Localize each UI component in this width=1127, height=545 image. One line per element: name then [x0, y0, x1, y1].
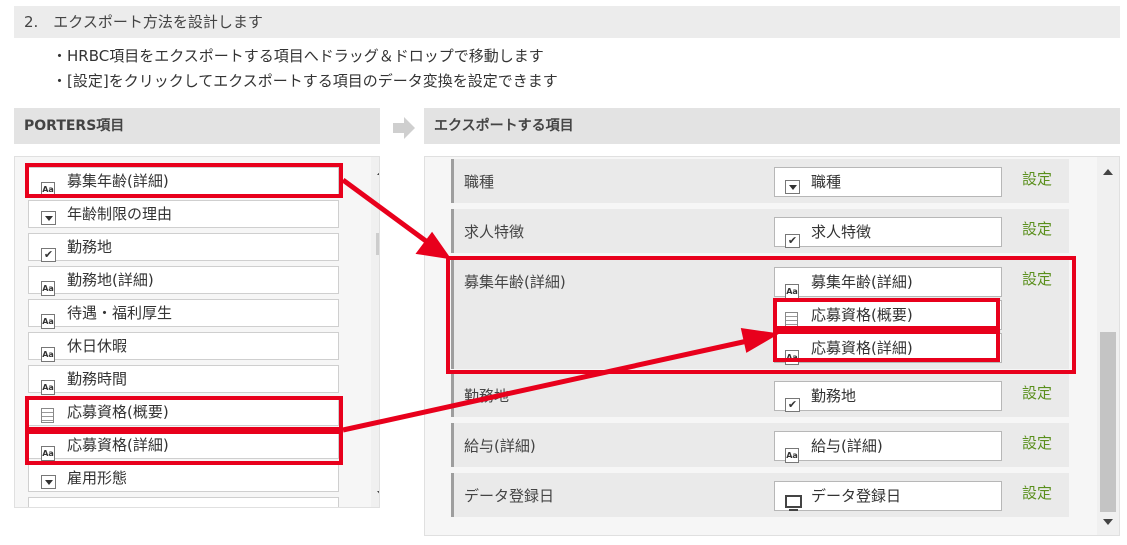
porters-item-employment-type[interactable]: 雇用形態 — [28, 464, 339, 492]
highlight-box-source-qual-detail — [25, 430, 343, 465]
field-label: 給与(詳細) — [811, 437, 883, 455]
dropdown-icon — [785, 175, 800, 203]
settings-link[interactable]: 設定 — [1022, 382, 1052, 403]
text-field-icon: Aa — [41, 306, 55, 332]
highlight-box-source-age — [25, 163, 343, 198]
text-field-icon: Aa — [41, 339, 55, 365]
settings-link[interactable]: 設定 — [1022, 482, 1052, 503]
highlight-box-target-qual-detail — [773, 330, 1000, 362]
scroll-up-arrow-icon[interactable] — [1103, 169, 1113, 175]
porters-item-work-location-detail[interactable]: Aa 勤務地(詳細) — [28, 266, 339, 296]
porters-item-benefits[interactable]: Aa 待遇・福利厚生 — [28, 299, 339, 329]
row-label: データ登録日 — [464, 487, 555, 505]
text-field-icon: Aa — [785, 439, 799, 467]
export-list-scrollbar[interactable] — [1097, 157, 1119, 535]
item-label: 待遇・福利厚生 — [67, 304, 173, 322]
export-row-registration-date[interactable]: データ登録日 データ登録日 設定 — [451, 473, 1069, 517]
porters-list-scrollbar[interactable] — [371, 157, 379, 507]
export-row-job-features[interactable]: 求人特徴 ✔ 求人特徴 設定 — [451, 209, 1069, 253]
item-label: 休日休暇 — [67, 337, 128, 355]
row-label: 勤務地 — [464, 387, 510, 405]
scroll-thumb[interactable] — [1100, 332, 1116, 512]
row-label: 給与(詳細) — [464, 437, 536, 455]
field-label: 勤務地 — [811, 387, 857, 405]
field-label: データ登録日 — [811, 487, 902, 505]
porters-item-work-hours[interactable]: Aa 勤務時間 — [28, 365, 339, 395]
dropdown-icon — [41, 471, 56, 497]
monitor-icon — [785, 489, 802, 517]
scroll-down-arrow-icon[interactable] — [1103, 519, 1113, 525]
porters-item-work-location[interactable]: ✔ 勤務地 — [28, 233, 339, 262]
checkbox-icon: ✔ — [785, 389, 800, 417]
arrow-right-icon — [393, 117, 415, 139]
mapped-field[interactable]: Aa 給与(詳細) — [774, 431, 1002, 463]
text-field-icon: Aa — [41, 273, 55, 299]
dropdown-icon — [41, 207, 56, 233]
item-label: 勤務時間 — [67, 370, 128, 388]
mapped-field[interactable]: 職種 — [774, 167, 1002, 197]
highlight-box-target-qual-summary — [773, 298, 1000, 330]
mapped-field[interactable]: ✔ 勤務地 — [774, 381, 1002, 412]
item-label: 雇用形態 — [67, 469, 128, 487]
export-items-header: エクスポートする項目 — [424, 108, 1120, 144]
porters-item-age-limit-reason[interactable]: 年齢制限の理由 — [28, 200, 339, 228]
settings-link[interactable]: 設定 — [1022, 218, 1052, 239]
field-label: 職種 — [811, 173, 842, 191]
instruction-settings: ・[設定]をクリックしてエクスポートする項目のデータ変換を設定できます — [52, 72, 558, 90]
porters-item-partial[interactable] — [28, 497, 339, 507]
export-row-work-location[interactable]: 勤務地 ✔ 勤務地 設定 — [451, 373, 1069, 417]
step-title: 2. エクスポート方法を設計します — [14, 6, 1120, 38]
item-label: 勤務地(詳細) — [67, 271, 154, 289]
checkbox-icon: ✔ — [41, 240, 56, 266]
export-row-salary-detail[interactable]: 給与(詳細) Aa 給与(詳細) 設定 — [451, 423, 1069, 467]
checkbox-icon: ✔ — [785, 225, 800, 253]
instruction-drag-drop: ・HRBC項目をエクスポートする項目へドラッグ＆ドロップで移動します — [52, 47, 544, 65]
porters-items-header: PORTERS項目 — [14, 108, 380, 144]
row-label: 職種 — [464, 173, 495, 191]
row-label: 求人特徴 — [464, 223, 525, 241]
export-row-job-type[interactable]: 職種 職種 設定 — [451, 159, 1069, 203]
field-label: 求人特徴 — [811, 223, 872, 241]
text-field-icon: Aa — [41, 372, 55, 398]
item-label: 勤務地 — [67, 238, 113, 256]
export-designer: 2. エクスポート方法を設計します ・HRBC項目をエクスポートする項目へドラッ… — [0, 0, 1127, 545]
settings-link[interactable]: 設定 — [1022, 432, 1052, 453]
highlight-box-source-qual-summary — [25, 396, 343, 431]
scroll-thumb[interactable] — [376, 233, 379, 255]
porters-item-holidays[interactable]: Aa 休日休暇 — [28, 332, 339, 362]
scroll-up-arrow-icon[interactable] — [377, 169, 379, 175]
mapped-field[interactable]: ✔ 求人特徴 — [774, 217, 1002, 248]
mapped-field[interactable]: データ登録日 — [774, 481, 1002, 511]
scroll-down-arrow-icon[interactable] — [377, 491, 379, 497]
item-label: 年齢制限の理由 — [67, 205, 173, 223]
settings-link[interactable]: 設定 — [1022, 168, 1052, 189]
